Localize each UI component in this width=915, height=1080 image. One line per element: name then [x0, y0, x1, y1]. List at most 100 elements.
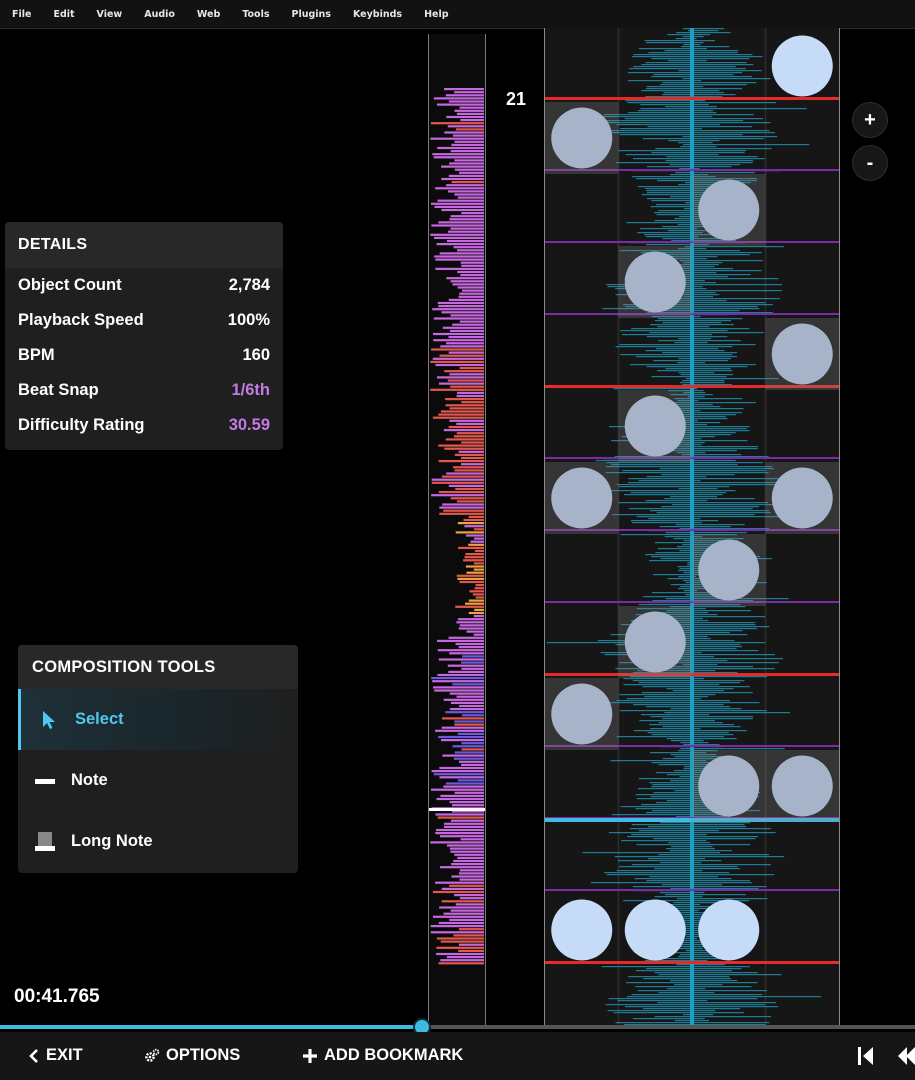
skip-to-start-button[interactable] [857, 1045, 875, 1072]
density-bar [455, 531, 484, 534]
measure-number: 21 [506, 89, 527, 109]
density-bar [458, 928, 484, 931]
density-bar [432, 680, 484, 683]
waveform-line [620, 354, 733, 356]
density-bar [459, 171, 484, 174]
density-bar [430, 122, 484, 125]
menu-edit[interactable]: Edit [41, 9, 84, 20]
detail-label: BPM [18, 346, 55, 364]
zoom-in-button[interactable]: + [852, 102, 888, 138]
density-bar [431, 770, 484, 773]
rewind-button[interactable] [897, 1045, 915, 1072]
density-bar [461, 742, 484, 745]
menu-audio[interactable]: Audio [132, 9, 185, 20]
detail-row: Difficulty Rating 30.59 [5, 408, 283, 443]
density-bar [444, 447, 484, 450]
song-timeline[interactable] [428, 34, 486, 1028]
density-bar [458, 627, 484, 630]
density-bar [436, 103, 484, 106]
density-bar [449, 801, 484, 804]
menu-keybinds[interactable]: Keybinds [341, 9, 412, 20]
density-bar [468, 515, 484, 518]
tool-label: Select [75, 710, 124, 728]
density-bar [434, 236, 484, 239]
waveform-line [626, 698, 701, 700]
hit-object [698, 755, 760, 817]
density-bar [448, 351, 484, 354]
tool-select[interactable]: Select [18, 689, 298, 750]
hit-object [551, 107, 613, 169]
waveform-line [615, 162, 753, 164]
density-bar [439, 512, 484, 515]
density-bar [451, 863, 484, 866]
density-bar [461, 264, 484, 267]
details-panel: DETAILS Object Count 2,784 Playback Speed 1… [5, 222, 283, 450]
density-bar [446, 184, 484, 187]
options-button[interactable]: OPTIONS [144, 1046, 240, 1065]
waveform-line [634, 878, 732, 880]
options-label: OPTIONS [166, 1046, 241, 1064]
density-bar [438, 491, 484, 494]
beat-line [545, 889, 839, 891]
menu-web[interactable]: Web [185, 9, 230, 20]
add-bookmark-button[interactable]: ADD BOOKMARK [302, 1046, 463, 1065]
menu-view[interactable]: View [85, 9, 133, 20]
hit-object [551, 683, 613, 745]
menu-tools[interactable]: Tools [230, 9, 279, 20]
plus-icon [302, 1048, 318, 1064]
density-bar [435, 363, 484, 367]
density-bar [435, 267, 484, 270]
density-bar [458, 450, 484, 453]
detail-row: Beat Snap 1/6th [5, 373, 283, 408]
density-bar [444, 822, 484, 825]
tool-long-note[interactable]: Long Note [18, 811, 298, 872]
density-bar [445, 94, 484, 97]
menu-help[interactable]: Help [412, 9, 458, 20]
density-bar [431, 677, 484, 680]
tool-note[interactable]: Note [18, 750, 298, 811]
density-bar [466, 571, 484, 574]
density-bar [446, 115, 484, 119]
waveform-line [680, 742, 709, 744]
waveform-line [611, 464, 738, 466]
density-bar [463, 518, 484, 522]
zoom-out-button[interactable]: - [852, 145, 888, 181]
density-bar [433, 97, 484, 100]
hit-object [771, 323, 833, 385]
density-bar [475, 584, 484, 587]
editor-playfield[interactable] [544, 28, 840, 1026]
density-bar [447, 379, 484, 382]
density-bar [431, 494, 484, 497]
waveform-line [665, 532, 747, 534]
hit-object [698, 539, 760, 601]
menu-plugins[interactable]: Plugins [280, 9, 341, 20]
density-bar [433, 332, 484, 336]
detail-label: Difficulty Rating [18, 416, 145, 434]
density-bar [439, 766, 484, 770]
density-bar [449, 407, 484, 410]
hit-object [698, 179, 760, 241]
density-bar [468, 611, 484, 615]
density-bar [438, 735, 484, 739]
density-bar [441, 311, 484, 314]
seek-bar[interactable] [0, 1018, 915, 1036]
density-bar [436, 828, 484, 832]
density-bar [439, 906, 484, 909]
waveform-line [674, 984, 723, 986]
waveform-line [676, 32, 731, 34]
waveform-line [647, 732, 729, 734]
waveform-line [669, 850, 732, 852]
density-bar [449, 918, 484, 921]
density-bar [435, 813, 484, 816]
density-bar [441, 887, 484, 890]
density-bar [474, 608, 484, 611]
waveform-line [667, 34, 711, 36]
exit-button[interactable]: EXIT [28, 1046, 83, 1065]
density-bar [458, 872, 484, 875]
density-bar [430, 360, 484, 363]
waveform-line [680, 748, 785, 750]
menu-file[interactable]: File [0, 9, 41, 20]
density-bar [470, 540, 484, 543]
waveform-line [629, 68, 746, 70]
density-bar [430, 931, 484, 934]
